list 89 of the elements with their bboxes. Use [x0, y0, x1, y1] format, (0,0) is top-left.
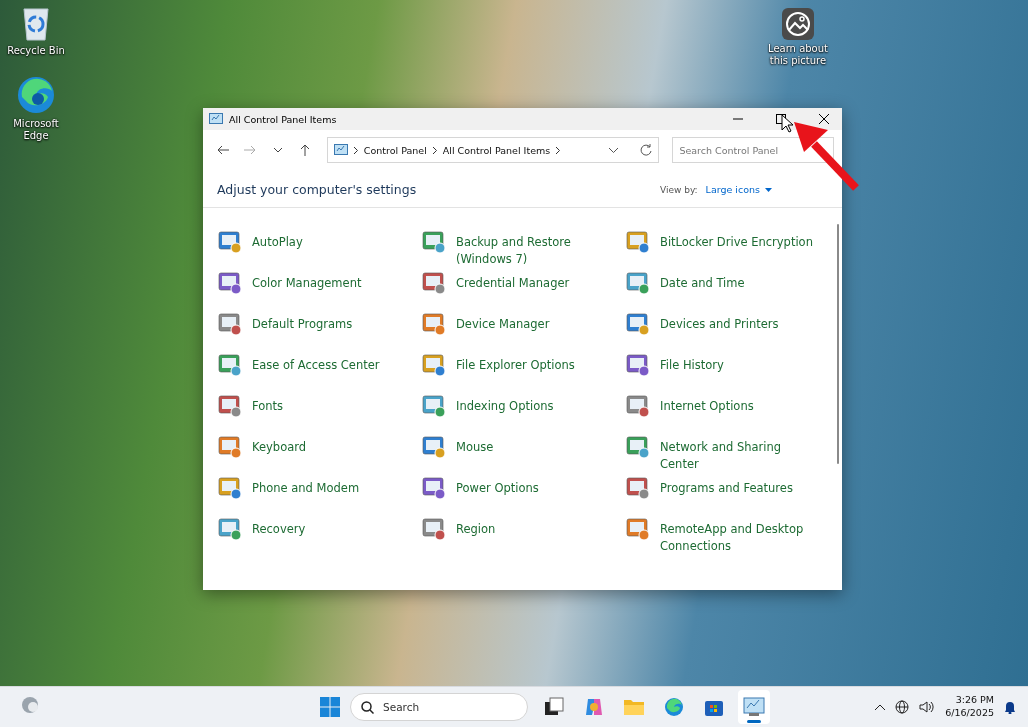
chevron-right-icon[interactable]: [432, 146, 437, 154]
applet-icon: [217, 475, 243, 501]
applet-icon: [625, 475, 651, 501]
applet-icon: [625, 270, 651, 296]
chevron-right-icon[interactable]: [556, 146, 561, 154]
windows-start-icon[interactable]: [320, 697, 340, 717]
close-icon: [818, 114, 829, 124]
notification-bell-icon[interactable]: [1004, 700, 1016, 714]
control-panel-item[interactable]: Network and Sharing Center: [660, 439, 818, 473]
control-panel-item[interactable]: Default Programs: [252, 316, 353, 333]
control-panel-item[interactable]: Devices and Printers: [660, 316, 779, 333]
control-panel-item[interactable]: RemoteApp and Desktop Connections: [660, 521, 818, 555]
edge-icon[interactable]: [664, 697, 684, 717]
applet-icon: [421, 475, 447, 501]
dropdown-arrow-icon: [765, 187, 772, 192]
desktop-icon-label[interactable]: Learn about this picture: [766, 43, 830, 67]
search-field[interactable]: Search Control Panel: [672, 137, 834, 163]
applet-icon: [217, 352, 243, 378]
applet-icon: [217, 270, 243, 296]
speaker-icon[interactable]: [919, 700, 936, 714]
applet-icon: [217, 434, 243, 460]
applet-icon: [625, 393, 651, 419]
control-panel-item[interactable]: AutoPlay: [252, 234, 303, 251]
applet-icon: [421, 229, 447, 255]
up-arrow-icon: [300, 144, 311, 156]
picture-icon: [782, 8, 814, 40]
desktop-icon-label[interactable]: Recycle Bin: [7, 45, 65, 57]
control-panel-item[interactable]: Phone and Modem: [252, 480, 360, 497]
control-panel-item[interactable]: File Explorer Options: [456, 357, 575, 374]
breadcrumb[interactable]: All Control Panel Items: [442, 144, 551, 156]
address-bar[interactable]: Control Panel All Control Panel Items: [326, 137, 660, 163]
applet-icon: [217, 311, 243, 337]
recycle-bin-icon: [21, 6, 51, 42]
applet-icon: [421, 352, 447, 378]
back-arrow-icon: [216, 145, 229, 155]
control-panel-item[interactable]: Device Manager: [456, 316, 550, 333]
control-panel-item[interactable]: Recovery: [252, 521, 306, 538]
applet-icon: [625, 229, 651, 255]
applet-icon: [625, 311, 651, 337]
taskbar-search-field[interactable]: Search: [350, 693, 528, 721]
applet-icon: [421, 270, 447, 296]
breadcrumb[interactable]: Control Panel: [363, 144, 427, 156]
applet-icon: [217, 393, 243, 419]
chevron-down-icon[interactable]: [609, 147, 619, 153]
chevron-right-icon[interactable]: [353, 146, 358, 154]
forward-arrow-icon: [244, 145, 257, 155]
control-panel-icon[interactable]: [743, 697, 765, 717]
control-panel-item[interactable]: BitLocker Drive Encryption: [660, 234, 813, 251]
control-panel-item[interactable]: Region: [456, 521, 496, 538]
applet-icon: [625, 352, 651, 378]
globe-icon[interactable]: [895, 700, 910, 714]
control-panel-item[interactable]: Credential Manager: [456, 275, 570, 292]
applet-icon: [421, 311, 447, 337]
applet-icon: [421, 516, 447, 542]
clock-date[interactable]: 6/16/2025: [945, 707, 994, 720]
control-panel-item[interactable]: Internet Options: [660, 398, 754, 415]
control-panel-item[interactable]: Keyboard: [252, 439, 307, 456]
applet-icon: [421, 434, 447, 460]
chevron-up-icon[interactable]: [875, 704, 886, 710]
window-title: All Control Panel Items: [229, 113, 338, 125]
control-panel-item[interactable]: Date and Time: [660, 275, 745, 292]
edge-icon: [16, 75, 56, 115]
control-panel-item[interactable]: Mouse: [456, 439, 494, 456]
control-panel-item[interactable]: Programs and Features: [660, 480, 793, 497]
control-panel-item[interactable]: Fonts: [252, 398, 284, 415]
control-panel-item[interactable]: Color Management: [252, 275, 362, 292]
view-by-dropdown[interactable]: Large icons: [705, 184, 772, 195]
applet-icon: [625, 516, 651, 542]
control-panel-item[interactable]: Ease of Access Center: [252, 357, 380, 374]
applet-icon: [625, 434, 651, 460]
applet-icon: [421, 393, 447, 419]
clock-time[interactable]: 3:26 PM: [955, 694, 994, 707]
scrollbar[interactable]: [837, 224, 839, 464]
control-panel-icon: [333, 144, 348, 156]
desktop-icon-label[interactable]: Microsoft Edge: [4, 118, 68, 142]
control-panel-item[interactable]: Indexing Options: [456, 398, 554, 415]
refresh-icon[interactable]: [640, 144, 653, 156]
control-panel-item[interactable]: File History: [660, 357, 724, 374]
page-heading: Adjust your computer's settings: [217, 182, 418, 197]
chevron-down-icon: [273, 147, 282, 153]
control-panel-item[interactable]: Backup and Restore (Windows 7): [456, 234, 614, 268]
view-by-label: View by:: [659, 184, 698, 195]
maximize-icon: [775, 114, 786, 124]
search-icon: [361, 701, 374, 714]
task-view-icon[interactable]: [544, 697, 564, 717]
applet-icon: [217, 229, 243, 255]
control-panel-icon: [209, 113, 223, 125]
control-panel-item[interactable]: Power Options: [456, 480, 539, 497]
applet-icon: [217, 516, 243, 542]
